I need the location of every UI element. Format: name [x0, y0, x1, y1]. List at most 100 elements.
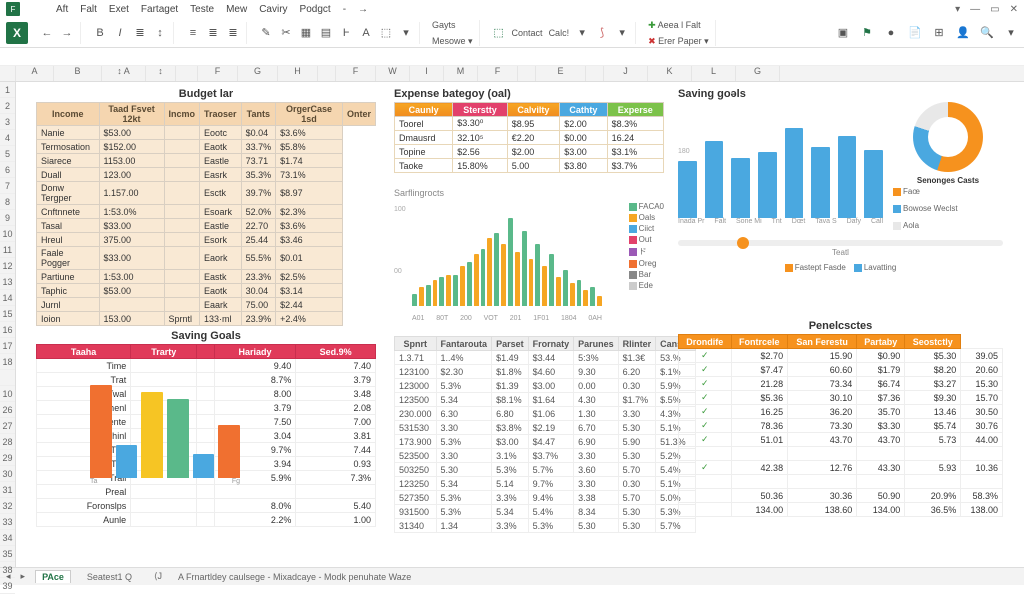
- menu-item[interactable]: Falt: [80, 4, 97, 15]
- column-header[interactable]: ↕ A: [102, 66, 146, 81]
- menu-item[interactable]: Caviry: [259, 4, 287, 15]
- row-header[interactable]: 3: [0, 114, 15, 130]
- column-header[interactable]: W: [376, 66, 410, 81]
- row-header[interactable]: 32: [0, 498, 15, 514]
- minimize-icon[interactable]: —: [970, 4, 980, 15]
- column-header[interactable]: F: [198, 66, 238, 81]
- row-header[interactable]: 4: [0, 130, 15, 146]
- chevron-down-icon[interactable]: ▾: [1004, 26, 1018, 40]
- slider[interactable]: Teatl: [678, 240, 1003, 257]
- forward-icon[interactable]: →: [60, 26, 74, 40]
- row-header[interactable]: 10: [0, 386, 15, 402]
- row-header[interactable]: 18: [0, 354, 15, 370]
- sheet-tab[interactable]: Seatest1 Q: [81, 571, 138, 583]
- chevron-down-icon[interactable]: ▾: [615, 26, 629, 40]
- column-header[interactable]: I: [410, 66, 444, 81]
- flag-icon[interactable]: ⚑: [860, 26, 874, 40]
- dot-icon[interactable]: ●: [884, 26, 898, 40]
- column-header[interactable]: B: [54, 66, 102, 81]
- pencil-icon[interactable]: ✎: [259, 26, 273, 40]
- page-icon[interactable]: 📄: [908, 26, 922, 40]
- cut-icon[interactable]: ✂: [279, 26, 293, 40]
- row-header[interactable]: 28: [0, 434, 15, 450]
- row-header[interactable]: 29: [0, 450, 15, 466]
- menu-item[interactable]: Aft: [56, 4, 68, 15]
- column-header[interactable]: M: [444, 66, 478, 81]
- worksheet[interactable]: Budget lar IncomeTaad Fsvet 12ktIncmoTra…: [16, 82, 1024, 567]
- view-icon[interactable]: ▣: [836, 26, 850, 40]
- sort-icon[interactable]: ↕: [153, 26, 167, 40]
- row-header[interactable]: 13: [0, 274, 15, 290]
- dropdown-icon[interactable]: ▾: [955, 4, 960, 15]
- budget-table[interactable]: IncomeTaad Fsvet 12ktIncmoTraoserTantsOr…: [36, 102, 376, 326]
- row-header[interactable]: 27: [0, 418, 15, 434]
- align-left-icon[interactable]: ≡: [186, 26, 200, 40]
- column-header[interactable]: [318, 66, 336, 81]
- back-icon[interactable]: ←: [40, 26, 54, 40]
- tab-nav-icon[interactable]: ◂: [6, 571, 11, 582]
- menu-item[interactable]: Exet: [109, 4, 129, 15]
- column-header[interactable]: [518, 66, 536, 81]
- select-all-corner[interactable]: [0, 66, 16, 81]
- row-header[interactable]: 16: [0, 322, 15, 338]
- app-button[interactable]: X: [6, 22, 28, 44]
- column-header[interactable]: [176, 66, 198, 81]
- menu-item[interactable]: Mew: [226, 4, 247, 15]
- tab-nav-icon[interactable]: ▸: [21, 571, 26, 582]
- pend-table[interactable]: DrondifeFontrceleSan FerestuPartabySeost…: [678, 334, 1003, 517]
- marker-icon[interactable]: Ⱶ: [339, 26, 353, 40]
- row-header[interactable]: 1: [0, 82, 15, 98]
- bold-icon[interactable]: B: [93, 26, 107, 40]
- borders-icon[interactable]: ▤: [319, 26, 333, 40]
- row-header[interactable]: 14: [0, 290, 15, 306]
- row-header[interactable]: 9: [0, 210, 15, 226]
- row-header[interactable]: 26: [0, 402, 15, 418]
- column-header[interactable]: ↕: [146, 66, 176, 81]
- ribbon-label[interactable]: Mesowe ▾: [432, 36, 473, 46]
- column-header[interactable]: G: [238, 66, 278, 81]
- maximize-icon[interactable]: ▭: [990, 4, 999, 15]
- ribbon-label[interactable]: Calc!: [549, 28, 570, 38]
- ribbon-label[interactable]: Contact: [512, 28, 543, 38]
- brush-icon[interactable]: ⟆: [595, 26, 609, 40]
- menu-icon[interactable]: ≣: [133, 26, 147, 40]
- column-header[interactable]: J: [604, 66, 648, 81]
- column-header[interactable]: K: [648, 66, 692, 81]
- column-header[interactable]: [586, 66, 604, 81]
- row-header[interactable]: 15: [0, 306, 15, 322]
- ribbon-label[interactable]: ✖ Erer Paper ▾: [648, 36, 709, 46]
- menu-item[interactable]: Teste: [190, 4, 214, 15]
- row-header[interactable]: [0, 370, 15, 386]
- row-header[interactable]: 8: [0, 194, 15, 210]
- row-header[interactable]: 17: [0, 338, 15, 354]
- user-icon[interactable]: 👤: [956, 26, 970, 40]
- grid-icon[interactable]: ▦: [299, 26, 313, 40]
- column-header[interactable]: E: [536, 66, 586, 81]
- row-header[interactable]: 31: [0, 482, 15, 498]
- column-header[interactable]: A: [16, 66, 54, 81]
- menu-item[interactable]: Fartaget: [141, 4, 178, 15]
- contact-icon[interactable]: ⬚: [492, 26, 506, 40]
- row-header[interactable]: 7: [0, 178, 15, 194]
- row-header[interactable]: 35: [0, 546, 15, 562]
- chevron-down-icon[interactable]: ▾: [399, 26, 413, 40]
- row-header[interactable]: 33: [0, 514, 15, 530]
- chevron-down-icon[interactable]: ▾: [575, 26, 589, 40]
- row-header[interactable]: 2: [0, 98, 15, 114]
- align-right-icon[interactable]: ≣: [226, 26, 240, 40]
- fill-icon[interactable]: ⬚: [379, 26, 393, 40]
- column-header[interactable]: H: [278, 66, 318, 81]
- grid-icon[interactable]: ⊞: [932, 26, 946, 40]
- search-icon[interactable]: 🔍: [980, 26, 994, 40]
- row-header[interactable]: 34: [0, 530, 15, 546]
- menu-item[interactable]: Podgct: [300, 4, 331, 15]
- row-header[interactable]: 30: [0, 466, 15, 482]
- ribbon-label[interactable]: ✚ Aeea l Falt: [648, 20, 701, 30]
- textcolor-icon[interactable]: A: [359, 26, 373, 40]
- column-header[interactable]: L: [692, 66, 736, 81]
- column-header[interactable]: F: [336, 66, 376, 81]
- sheet-tab[interactable]: ⟨J: [148, 570, 168, 583]
- dense-table[interactable]: SpnrtFantaroutaParsetFrornatyParunesRlin…: [394, 336, 696, 533]
- column-header[interactable]: F: [478, 66, 518, 81]
- sheet-tab[interactable]: PAce: [35, 570, 71, 583]
